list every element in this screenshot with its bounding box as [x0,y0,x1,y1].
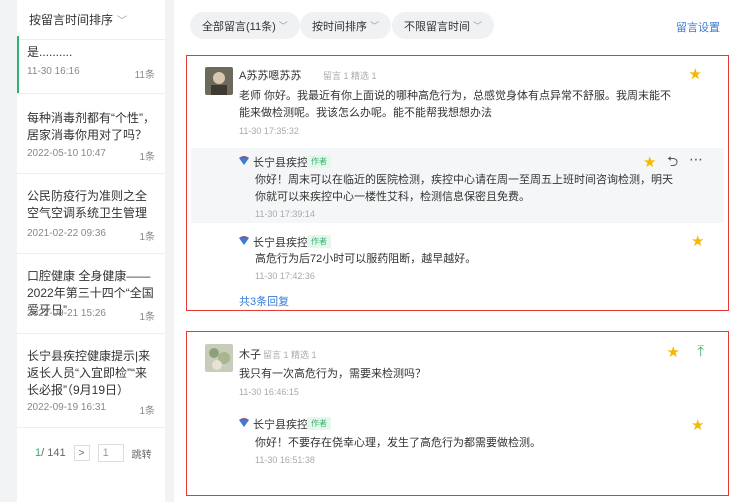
sort-time-label: 按时间排序 [312,20,367,33]
jump-button[interactable]: 跳转 [132,446,152,461]
star-icon[interactable]: ★ [667,345,680,360]
author-badge: 作者 [307,417,331,430]
reply-text: 你好！周末可以在临近的医院检测，疾控中心请在周一至周五上班时间咨询检测，明天你就… [255,174,673,203]
article-date: 11-30 16:16 [27,66,80,77]
article-item[interactable]: 长宁县疾控健康提示|来返长人员“入宜即检”“来长必报”（9月19日） 2022-… [17,334,165,428]
article-date: 2022-09-19 16:31 [27,402,106,413]
filter-all-dropdown[interactable]: 全部留言(11条) ﹀ [190,12,300,39]
sort-time-dropdown[interactable]: 按时间排序 ﹀ [300,12,392,39]
article-count: 11条 [134,70,155,81]
star-icon[interactable]: ★ [689,67,702,82]
sort-label: 按留言时间排序 [29,13,114,27]
time-range-dropdown[interactable]: 不限留言时间 ﹀ [392,12,495,39]
comment-time: 11-30 17:35:32 [239,126,299,136]
article-date: 2022-09-21 15:26 [27,308,106,319]
reply-author: 长宁县疾控 [253,157,308,169]
chevron-down-icon: ﹀ [117,16,128,27]
chevron-down-icon: ﹀ [473,21,483,31]
comments-panel: 全部留言(11条) ﹀ 按时间排序 ﹀ 不限留言时间 ﹀ 留言设置 A苏苏嗯苏苏… [174,0,741,502]
star-icon[interactable]: ★ [691,234,704,249]
reply-icon[interactable]: ⮌ [667,154,678,168]
comment-settings-link[interactable]: 留言设置 [676,19,720,35]
comment-nickname: 木子 [239,349,261,361]
author-reply: 长宁县疾控 作者 ★ 你好！不要存在侥幸心理，发生了高危行为都需要做检测。 11… [191,412,724,470]
article-title: 公民防疫行为准则之全空气空调系统卫生管理 [27,189,148,220]
filter-toolbar: 全部留言(11条) ﹀ 按时间排序 ﹀ 不限留言时间 ﹀ 留言设置 [174,0,741,50]
comment-meta: 留言 1 精选 1 [263,350,317,360]
avatar [205,344,233,372]
article-title: 是.......... [27,45,73,59]
comment-time: 11-30 16:46:15 [239,387,299,397]
pagination: 1 / 141 > 跳转 [17,444,165,462]
sort-dropdown[interactable]: 按留言时间排序 ﹀ [17,0,165,40]
article-title: 长宁县疾控健康提示|来返长人员“入宜即检”“来长必报”（9月19日） [27,349,151,397]
article-sidebar: 按留言时间排序 ﹀ 是.......... 11-30 16:16 11条 每种… [17,0,165,502]
article-date: 2022-05-10 10:47 [27,148,106,159]
article-item[interactable]: 每种消毒剂都有“个性”，居家消毒你用对了吗？ 2022-05-10 10:47 … [17,94,165,174]
chevron-down-icon: ﹀ [370,21,380,31]
article-title: 每种消毒剂都有“个性”，居家消毒你用对了吗？ [27,111,155,142]
comment-meta: 留言 1 精选 1 [323,71,377,81]
page-number-input[interactable] [97,444,124,462]
pin-top-icon[interactable]: ⤒ [697,344,704,359]
article-date: 2021-02-22 09:36 [27,228,106,239]
reply-time: 11-30 16:51:38 [255,455,315,465]
author-reply: 长宁县疾控 作者 ★ ⮌ ⋯ 你好！周末可以在临近的医院检测，疾控中心请在周一至… [191,148,724,223]
author-badge: 作者 [307,235,331,248]
avatar [205,67,233,95]
comment-nickname: A苏苏嗯苏苏 [239,70,302,82]
view-all-replies-link[interactable]: 共3条回复 [239,293,289,309]
page-total: / 141 [41,447,66,459]
author-badge: 作者 [307,155,331,168]
article-count: 1条 [139,406,155,417]
reply-text: 你好！不要存在侥幸心理，发生了高危行为都需要做检测。 [255,437,541,449]
filter-all-label: 全部留言(11条) [202,20,276,33]
comment-card: 木子 留言 1 精选 1 ★ ⤒ 我只有一次高危行为，需要来检测吗？ 11-30… [186,331,729,496]
article-count: 1条 [139,312,155,323]
reply-time: 11-30 17:42:36 [255,271,315,281]
article-item[interactable]: 是.......... 11-30 16:16 11条 [17,36,165,94]
next-page-button[interactable]: > [73,445,90,461]
comment-card: A苏苏嗯苏苏 留言 1 精选 1 ★ 老师 你好。我最近有你上面说的哪种高危行为… [186,55,729,311]
article-count: 1条 [139,232,155,243]
star-icon[interactable]: ★ [691,418,704,433]
chevron-down-icon: ﹀ [278,21,288,31]
article-count: 1条 [139,152,155,163]
reply-text: 高危行为后72小时可以服药阻断，越早越好。 [255,253,477,265]
article-item[interactable]: 公民防疫行为准则之全空气空调系统卫生管理 2021-02-22 09:36 1条 [17,174,165,254]
cdc-logo-icon [239,418,249,427]
article-item[interactable]: 口腔健康 全身健康——2022年第三十四个“全国爱牙日” 2022-09-21 … [17,254,165,334]
reply-author: 长宁县疾控 [253,419,308,431]
reply-author: 长宁县疾控 [253,237,308,249]
more-icon[interactable]: ⋯ [689,152,703,166]
cdc-logo-icon [239,156,249,165]
cdc-logo-icon [239,236,249,245]
star-icon[interactable]: ★ [643,155,656,170]
comment-text: 我只有一次高危行为，需要来检测吗？ [239,368,426,380]
time-range-label: 不限留言时间 [404,20,470,33]
comment-text: 老师 你好。我最近有你上面说的哪种高危行为，总感觉身体有点异常不舒服。我周末能不… [239,90,672,119]
author-reply: 长宁县疾控 作者 ★ 高危行为后72小时可以服药阻断，越早越好。 11-30 1… [191,228,724,286]
reply-time: 11-30 17:39:14 [255,209,315,219]
